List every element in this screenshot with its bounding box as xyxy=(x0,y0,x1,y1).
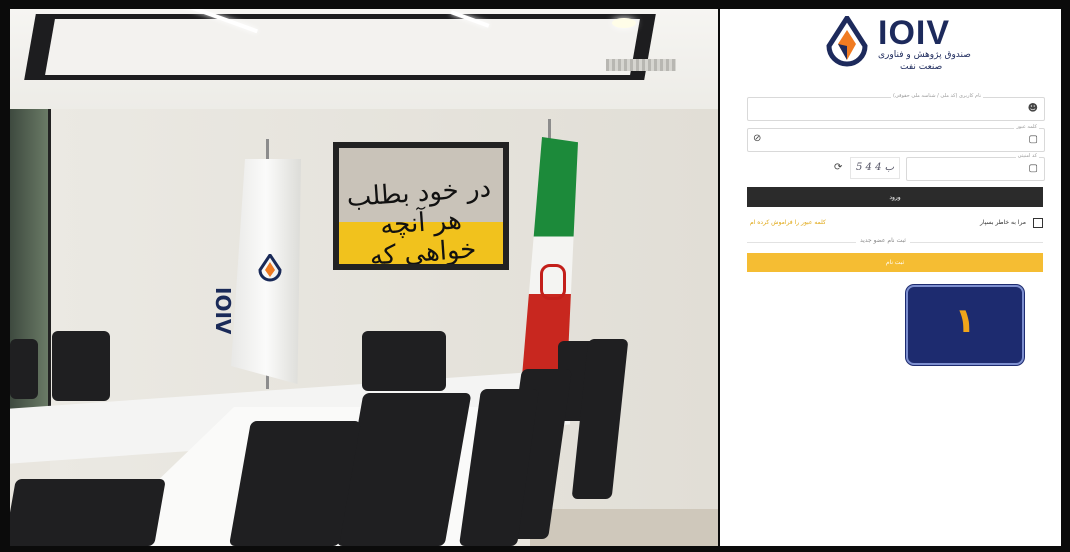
brand-subtitle: صنعت نفت xyxy=(900,62,943,72)
chair xyxy=(10,339,38,399)
username-label: نام کاربری (کد ملی / شناسه ملی حقوقی) xyxy=(891,93,983,99)
hero-photo: در خود بطلب هر آنچه خواهی که تویی IOIV xyxy=(10,9,718,546)
screen-frame: در خود بطلب هر آنچه خواهی که تویی IOIV xyxy=(0,0,1070,552)
password-input[interactable] xyxy=(770,130,1024,153)
spot-light xyxy=(612,18,636,28)
username-input[interactable] xyxy=(770,99,1024,122)
brand-name: IOIV xyxy=(878,14,951,52)
forgot-password-link[interactable]: کلمه عبور را فراموش کرده ام xyxy=(750,219,826,226)
painting-text: در خود بطلب هر آنچه خواهی که تویی xyxy=(345,173,492,264)
captcha-label: کد امنیتی xyxy=(1015,153,1039,159)
brand-subtitle: صندوق پژوهش و فناوری xyxy=(878,50,971,60)
brand-logo: IOIV صندوق پژوهش و فناوری صنعت نفت xyxy=(824,12,971,78)
remember-me-checkbox[interactable] xyxy=(1033,218,1043,228)
ioiv-flag-logo-icon xyxy=(258,254,282,282)
step-number: ١ xyxy=(954,301,976,341)
captcha-input[interactable] xyxy=(911,159,1025,182)
password-field[interactable]: ⊘ ▢ xyxy=(747,128,1045,153)
remember-me-label[interactable]: مرا به خاطر بسپار xyxy=(980,219,1026,226)
username-field[interactable]: ☻ xyxy=(747,97,1045,122)
chair xyxy=(228,421,362,546)
chair xyxy=(362,331,446,391)
register-button[interactable]: ثبت نام xyxy=(747,253,1043,272)
refresh-icon[interactable]: ⟳ xyxy=(834,163,842,173)
password-label: کلمه عبور xyxy=(1014,124,1039,130)
chair xyxy=(52,331,110,401)
flag-text: IOIV xyxy=(211,287,235,335)
lock-icon: ▢ xyxy=(1028,163,1038,174)
air-vent xyxy=(606,59,676,71)
ceiling-recess-inner xyxy=(45,19,640,75)
chair xyxy=(10,479,166,546)
iran-emblem xyxy=(540,264,566,300)
lock-icon: ▢ xyxy=(1028,134,1038,145)
user-icon: ☻ xyxy=(1027,103,1038,114)
divider-text: ثبت نام عضو جدید xyxy=(856,237,910,244)
captcha-image: 5 4 ب 4 xyxy=(850,157,900,179)
eye-slash-icon[interactable]: ⊘ xyxy=(753,134,761,144)
captcha-field[interactable]: ▢ xyxy=(906,157,1045,182)
step-number-badge: ١ xyxy=(906,285,1024,365)
login-button[interactable]: ورود xyxy=(747,187,1043,207)
floor xyxy=(530,509,718,546)
ioiv-logo-icon xyxy=(826,16,868,67)
calligraphy-painting: در خود بطلب هر آنچه خواهی که تویی xyxy=(333,142,509,270)
login-panel: IOIV صندوق پژوهش و فناوری صنعت نفت ☻ نام… xyxy=(720,9,1061,546)
